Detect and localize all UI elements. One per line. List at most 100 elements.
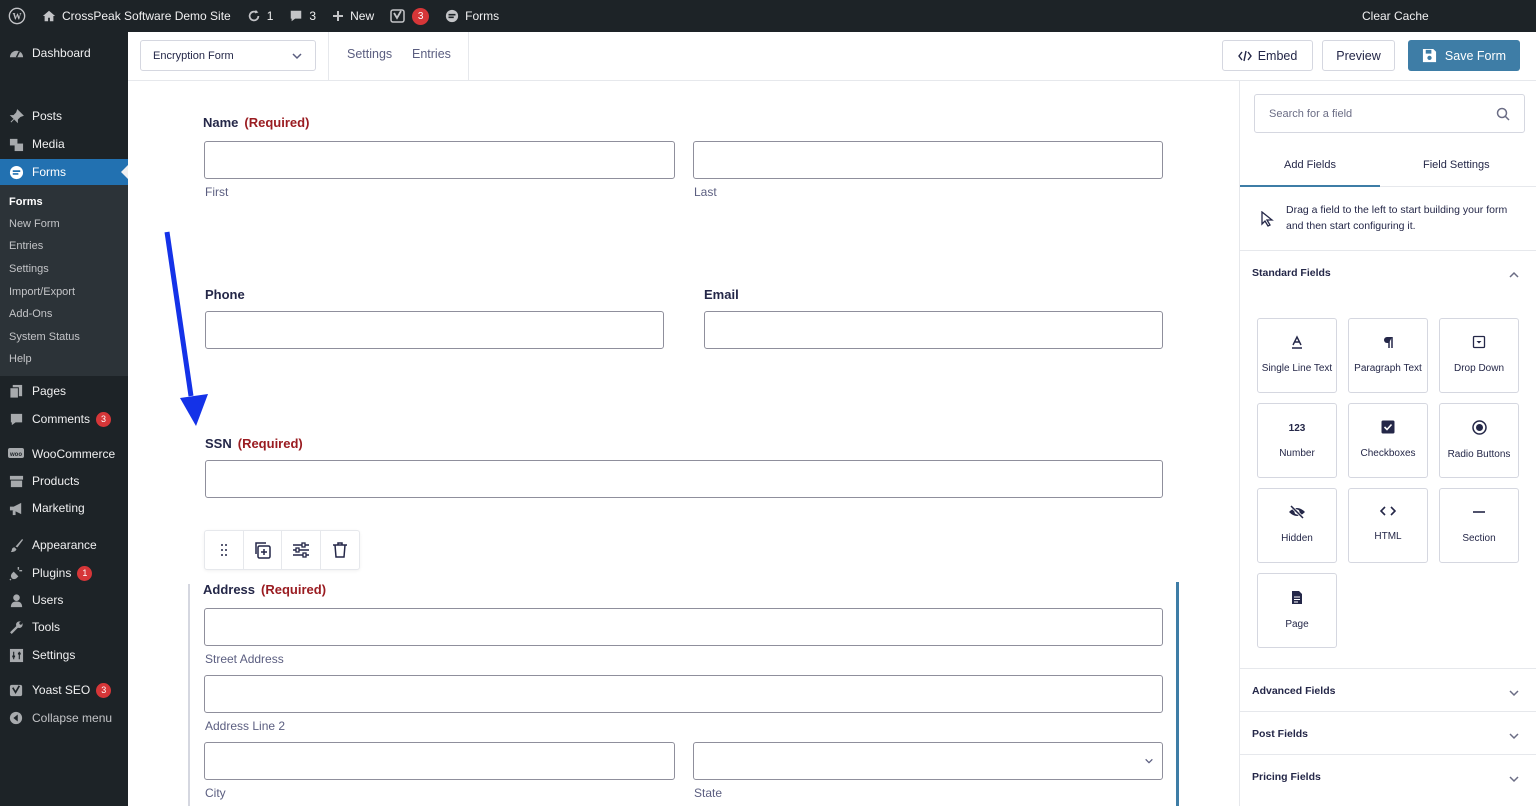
menu-forms[interactable]: Forms	[0, 159, 128, 185]
menu-comments[interactable]: Comments 3	[0, 406, 128, 432]
clear-cache-label: Clear Cache	[1362, 9, 1429, 23]
forms-submenu: Forms New Form Entries Settings Import/E…	[0, 185, 128, 376]
submenu-entries[interactable]: Entries	[9, 240, 43, 252]
first-name-input[interactable]	[204, 141, 675, 179]
menu-products[interactable]: Products	[0, 468, 128, 494]
settings-link[interactable]: Settings	[347, 47, 392, 61]
html-field-button[interactable]: HTML	[1348, 488, 1428, 563]
menu-appearance[interactable]: Appearance	[0, 532, 128, 558]
new-content-link[interactable]: New	[324, 0, 382, 32]
menu-posts[interactable]: Posts	[0, 103, 128, 129]
drag-handle-button[interactable]	[205, 531, 244, 569]
field-search-input[interactable]	[1269, 107, 1469, 120]
yoast-icon	[8, 682, 24, 698]
updates-link[interactable]: 1	[239, 0, 282, 32]
city-sublabel: City	[205, 786, 226, 800]
checkbox-checked-icon	[1381, 420, 1395, 434]
chevron-down-icon[interactable]	[1508, 771, 1520, 789]
menu-comments-label: Comments	[32, 412, 91, 426]
collapse-menu-button[interactable]: Collapse menu	[0, 705, 128, 731]
menu-dashboard[interactable]: Dashboard	[0, 40, 128, 66]
submenu-add-ons[interactable]: Add-Ons	[9, 308, 52, 320]
menu-plugins[interactable]: Plugins 1	[0, 560, 128, 586]
ssn-input[interactable]	[205, 460, 1163, 498]
menu-users[interactable]: Users	[0, 587, 128, 613]
toolbar-divider	[468, 32, 469, 81]
required-indicator: (Required)	[261, 582, 327, 597]
state-select[interactable]	[693, 742, 1163, 780]
menu-marketing[interactable]: Marketing	[0, 495, 128, 521]
collapse-menu-label: Collapse menu	[32, 711, 113, 725]
menu-tools[interactable]: Tools	[0, 614, 128, 640]
chevron-down-icon[interactable]	[1508, 685, 1520, 703]
paragraph-text-button[interactable]: Paragraph Text	[1348, 318, 1428, 393]
submenu-help[interactable]: Help	[9, 353, 32, 365]
menu-media[interactable]: Media	[0, 131, 128, 157]
advanced-fields-title[interactable]: Advanced Fields	[1252, 685, 1335, 697]
save-form-label: Save Form	[1444, 48, 1507, 63]
menu-woocommerce[interactable]: woo WooCommerce	[0, 441, 128, 467]
submenu-system-status[interactable]: System Status	[9, 331, 80, 343]
chevron-up-icon[interactable]	[1508, 267, 1520, 285]
user-icon	[8, 592, 24, 608]
dashboard-gauge-icon	[8, 45, 24, 61]
field-settings-button[interactable]	[282, 531, 321, 569]
page-field-button[interactable]: Page	[1257, 573, 1337, 648]
wp-logo-button[interactable]: W	[0, 0, 34, 32]
submenu-settings[interactable]: Settings	[9, 263, 49, 275]
submenu-new-form[interactable]: New Form	[9, 218, 60, 230]
single-line-text-button[interactable]: Single Line Text	[1257, 318, 1337, 393]
embed-button[interactable]: Embed	[1222, 40, 1313, 71]
menu-settings[interactable]: Settings	[0, 642, 128, 668]
comments-link[interactable]: 3	[281, 0, 324, 32]
field-search-box[interactable]	[1254, 94, 1525, 133]
required-indicator: (Required)	[244, 115, 310, 130]
radio-buttons-button[interactable]: Radio Buttons	[1439, 403, 1519, 478]
city-input[interactable]	[204, 742, 675, 780]
address-field-label[interactable]: Address (Required)	[203, 582, 326, 597]
pricing-fields-title[interactable]: Pricing Fields	[1252, 771, 1321, 783]
submenu-forms[interactable]: Forms	[9, 196, 43, 208]
ssn-field-label[interactable]: SSN (Required)	[205, 436, 303, 451]
delete-field-button[interactable]	[321, 531, 359, 569]
submenu-import-export[interactable]: Import/Export	[9, 286, 75, 298]
panel-divider	[1240, 250, 1536, 251]
form-selector-dropdown[interactable]: Encryption Form	[140, 40, 316, 71]
form-editor-toolbar: Encryption Form Settings Entries Embed P…	[128, 32, 1536, 81]
drop-down-button[interactable]: Drop Down	[1439, 318, 1519, 393]
yoast-adminbar-link[interactable]: 3	[382, 0, 437, 32]
site-name-link[interactable]: CrossPeak Software Demo Site	[34, 0, 239, 32]
tab-add-fields[interactable]: Add Fields	[1284, 159, 1336, 171]
number-button[interactable]: 123 Number	[1257, 403, 1337, 478]
post-fields-title[interactable]: Post Fields	[1252, 728, 1308, 740]
plugins-badge: 1	[77, 565, 93, 581]
menu-products-label: Products	[32, 474, 80, 488]
standard-fields-title[interactable]: Standard Fields	[1252, 267, 1331, 279]
save-form-button[interactable]: Save Form	[1408, 40, 1520, 71]
menu-users-label: Users	[32, 593, 64, 607]
duplicate-field-button[interactable]	[244, 531, 282, 569]
email-input[interactable]	[704, 311, 1163, 349]
forms-adminbar-link[interactable]: Forms	[437, 0, 507, 32]
state-sublabel: State	[694, 786, 723, 800]
last-name-input[interactable]	[693, 141, 1163, 179]
phone-input[interactable]	[205, 311, 664, 349]
street-address-input[interactable]	[204, 608, 1163, 646]
menu-marketing-label: Marketing	[32, 501, 85, 515]
chevron-down-icon[interactable]	[1508, 728, 1520, 746]
selected-field-left-border	[188, 584, 190, 806]
yoast-icon	[390, 8, 406, 24]
menu-pages[interactable]: Pages	[0, 378, 128, 404]
preview-button[interactable]: Preview	[1322, 40, 1395, 71]
checkboxes-button[interactable]: Checkboxes	[1348, 403, 1428, 478]
section-field-button[interactable]: Section	[1439, 488, 1519, 563]
email-field-label[interactable]: Email	[704, 287, 739, 302]
name-field-label[interactable]: Name (Required)	[203, 115, 309, 130]
menu-pages-label: Pages	[32, 384, 67, 398]
clear-cache-link[interactable]: Clear Cache	[1354, 0, 1437, 32]
entries-link[interactable]: Entries	[412, 47, 451, 61]
address-line2-input[interactable]	[204, 675, 1163, 713]
tab-field-settings[interactable]: Field Settings	[1423, 159, 1490, 171]
hidden-field-button[interactable]: Hidden	[1257, 488, 1337, 563]
menu-yoast-seo[interactable]: Yoast SEO 3	[0, 677, 128, 703]
